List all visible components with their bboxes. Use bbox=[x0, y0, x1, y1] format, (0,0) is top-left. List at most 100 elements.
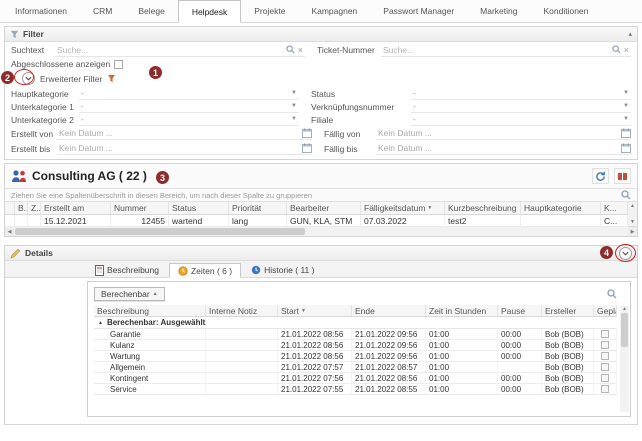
details-header[interactable]: Details bbox=[5, 246, 637, 261]
scroll-up-icon[interactable]: ▲ bbox=[630, 203, 635, 209]
column-header[interactable]: Priorität bbox=[229, 202, 287, 215]
scroll-up-button[interactable]: ▲ bbox=[622, 306, 627, 312]
details-title: Details bbox=[25, 248, 53, 258]
ticket-nummer-input[interactable] bbox=[383, 45, 609, 55]
unterkategorie2-select[interactable]: - ▼ bbox=[79, 114, 299, 126]
cell-nummer: 12455 bbox=[111, 215, 169, 227]
tab-beschreibung[interactable]: Beschreibung bbox=[87, 263, 167, 277]
chevron-down-icon: ▼ bbox=[623, 103, 631, 109]
cell-start: 21.01.2022 07:55 bbox=[278, 384, 352, 395]
tab-belege[interactable]: Belege bbox=[125, 0, 177, 22]
erstellt-von-date[interactable]: Kein Datum ... bbox=[57, 127, 312, 140]
collapse-details-button[interactable] bbox=[619, 247, 632, 260]
geplant-checkbox[interactable] bbox=[601, 352, 609, 360]
grid-search-icon[interactable] bbox=[621, 190, 631, 200]
tab-kampagnen[interactable]: Kampagnen bbox=[298, 0, 370, 22]
tickets-vertical-scrollbar[interactable]: ▲ ▼ bbox=[628, 202, 637, 227]
column-header[interactable]: K... bbox=[601, 202, 628, 215]
times-grid-header: Beschreibung Interne Notiz Start▼ Ende Z… bbox=[94, 305, 617, 317]
group-by-bar[interactable]: Ziehen Sie eine Spaltenüberschrift in di… bbox=[5, 188, 637, 202]
hauptkategorie-label: Hauptkategorie bbox=[11, 89, 79, 99]
tickets-horizontal-scrollbar[interactable]: ◀ ▶ bbox=[5, 227, 637, 236]
column-header[interactable]: Pause bbox=[498, 305, 542, 317]
column-header-faelligkeitsdatum[interactable]: Fälligkeitsdatum▼ bbox=[361, 202, 445, 215]
edit-pencil-icon bbox=[10, 248, 21, 259]
tickets-grid: B... Z... Erstellt am Nummer Status Prio… bbox=[5, 202, 637, 227]
geplant-checkbox[interactable] bbox=[601, 363, 609, 371]
column-header[interactable]: Bearbeiter bbox=[287, 202, 361, 215]
filter-panel-header[interactable]: Filter ▴ bbox=[5, 27, 637, 42]
column-header[interactable]: Ende bbox=[352, 305, 426, 317]
geplant-checkbox[interactable] bbox=[601, 385, 609, 393]
abgeschlossene-checkbox[interactable] bbox=[114, 60, 123, 69]
column-header[interactable]: Nummer bbox=[111, 202, 169, 215]
search-icon[interactable] bbox=[612, 45, 621, 54]
column-header[interactable]: Beschreibung bbox=[94, 305, 206, 317]
clear-search-icon[interactable]: × bbox=[298, 45, 303, 55]
tab-informationen[interactable]: Informationen bbox=[2, 0, 80, 22]
verknuepfungsnummer-select[interactable]: - ▼ bbox=[411, 101, 631, 113]
scrollbar-thumb[interactable] bbox=[15, 228, 305, 235]
column-header[interactable]: Status bbox=[169, 202, 229, 215]
open-record-button[interactable] bbox=[614, 168, 631, 184]
faellig-bis-date[interactable]: Kein Datum ... bbox=[376, 142, 631, 155]
expand-advanced-filter-button[interactable] bbox=[22, 72, 35, 85]
chevron-down-icon: ▼ bbox=[623, 116, 631, 122]
geplant-checkbox[interactable] bbox=[601, 341, 609, 349]
ticket-row[interactable]: 15.12.2021 12455 wartend lang GUN, KLA, … bbox=[5, 215, 628, 227]
cell-beschreibung: Kulanz bbox=[94, 340, 206, 351]
scroll-right-button[interactable]: ▶ bbox=[628, 227, 637, 236]
column-header[interactable]: Ersteller bbox=[542, 305, 594, 317]
refresh-button[interactable] bbox=[592, 168, 609, 184]
time-row[interactable]: Allgemein 21.01.2022 07:57 21.01.2022 08… bbox=[94, 362, 617, 373]
tab-crm[interactable]: CRM bbox=[80, 0, 125, 22]
column-header[interactable]: B... bbox=[15, 202, 28, 215]
tab-projekte[interactable]: Projekte bbox=[241, 0, 298, 22]
suchtext-input[interactable] bbox=[57, 45, 283, 55]
filiale-select[interactable]: - ▼ bbox=[411, 114, 631, 126]
cell-erstellt-am: 15.12.2021 bbox=[41, 215, 111, 227]
calendar-icon bbox=[302, 128, 312, 138]
tab-passwort-manager[interactable]: Passwort Manager bbox=[370, 0, 467, 22]
column-header[interactable]: Kurzbeschreibung bbox=[445, 202, 521, 215]
faellig-von-value: Kein Datum ... bbox=[376, 128, 621, 138]
clear-search-icon[interactable]: × bbox=[624, 45, 629, 55]
group-hint: Ziehen Sie eine Spaltenüberschrift in di… bbox=[11, 191, 312, 200]
tab-helpdesk[interactable]: Helpdesk bbox=[178, 0, 241, 23]
tab-historie[interactable]: Historie ( 11 ) bbox=[243, 263, 322, 277]
column-header-start[interactable]: Start▼ bbox=[278, 305, 352, 317]
column-header[interactable]: Z... bbox=[28, 202, 41, 215]
time-row[interactable]: Kulanz 21.01.2022 08:56 21.01.2022 09:56… bbox=[94, 340, 617, 351]
group-row-berechenbar[interactable]: ▲ Berechenbar: Ausgewählt bbox=[94, 317, 617, 329]
scrollbar-thumb[interactable] bbox=[621, 313, 628, 347]
faellig-von-date[interactable]: Kein Datum ... bbox=[376, 127, 631, 140]
tab-zeiten[interactable]: Zeiten ( 6 ) bbox=[169, 263, 241, 278]
tab-marketing[interactable]: Marketing bbox=[467, 0, 530, 22]
time-row[interactable]: Service 21.01.2022 07:55 21.01.2022 08:5… bbox=[94, 384, 617, 395]
time-row[interactable]: Kontingent 21.01.2022 07:56 21.01.2022 0… bbox=[94, 373, 617, 384]
times-vertical-scrollbar[interactable]: ▲ bbox=[620, 306, 629, 412]
collapse-filter-icon[interactable]: ▴ bbox=[628, 30, 632, 38]
hauptkategorie-select[interactable]: - ▼ bbox=[79, 88, 299, 100]
hauptkategorie-value: - bbox=[79, 88, 291, 98]
tab-konditionen[interactable]: Konditionen bbox=[530, 0, 601, 22]
search-icon[interactable] bbox=[286, 45, 295, 54]
times-search-icon[interactable] bbox=[607, 289, 617, 299]
geplant-checkbox[interactable] bbox=[601, 374, 609, 382]
unterkategorie1-select[interactable]: - ▼ bbox=[79, 101, 299, 113]
column-header[interactable]: Zeit in Stunden bbox=[426, 305, 498, 317]
time-row[interactable]: Wartung 21.01.2022 08:56 21.01.2022 09:5… bbox=[94, 351, 617, 362]
group-chip-berechenbar[interactable]: Berechenbar ▲ bbox=[94, 287, 165, 301]
column-header[interactable]: Geplant bbox=[594, 305, 617, 317]
erstellt-bis-date[interactable]: Kein Datum ... bbox=[57, 142, 312, 155]
column-header[interactable]: Hauptkategorie bbox=[521, 202, 601, 215]
scroll-left-button[interactable]: ◀ bbox=[5, 227, 14, 236]
column-header[interactable]: Erstellt am bbox=[41, 202, 111, 215]
column-header[interactable]: Interne Notiz bbox=[206, 305, 278, 317]
cell-beschreibung: Allgemein bbox=[94, 362, 206, 373]
geplant-checkbox[interactable] bbox=[601, 330, 609, 338]
scroll-down-icon[interactable]: ▼ bbox=[630, 219, 635, 225]
time-row[interactable]: Garantie 21.01.2022 08:56 21.01.2022 09:… bbox=[94, 329, 617, 340]
status-select[interactable]: - ▼ bbox=[411, 88, 631, 100]
cell-hauptkategorie bbox=[521, 215, 601, 227]
